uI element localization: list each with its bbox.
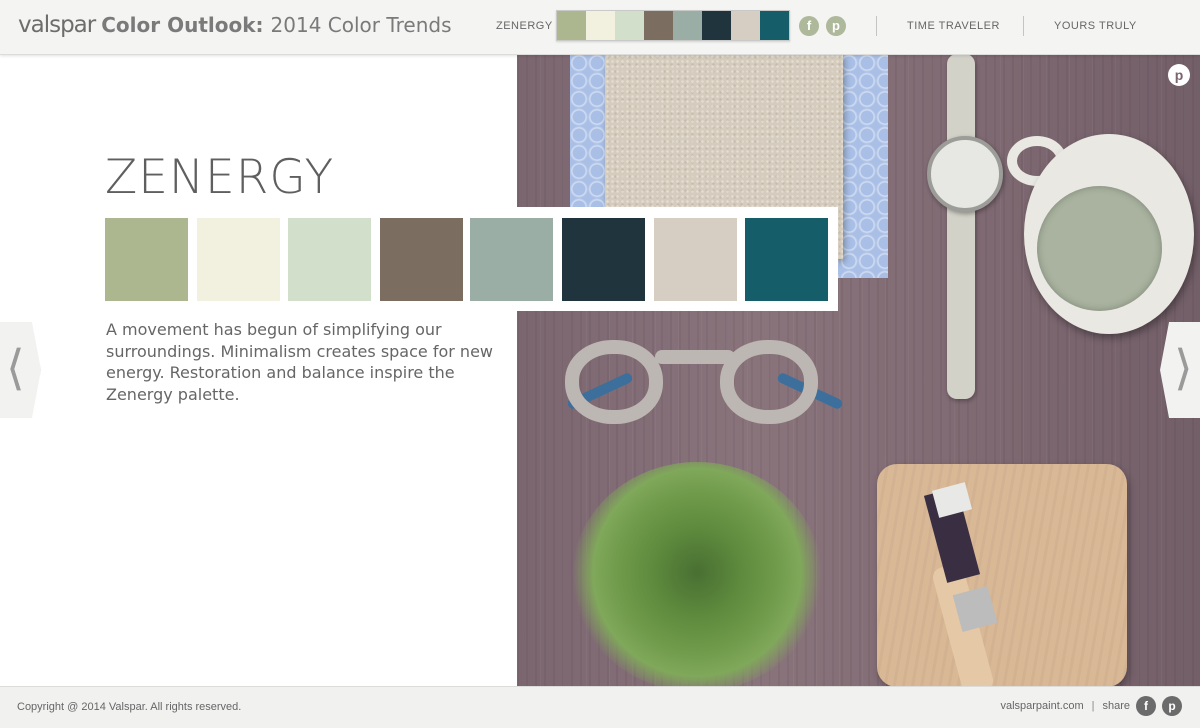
nav-yours-truly[interactable]: YOURS TRULY [1054, 20, 1137, 32]
eyeglasses [565, 326, 844, 426]
watch-face [927, 136, 1003, 212]
color-swatch[interactable] [288, 218, 371, 301]
facebook-icon[interactable]: f [799, 16, 819, 36]
color-swatch[interactable] [470, 218, 553, 301]
pinterest-icon[interactable]: p [1168, 64, 1190, 86]
pinterest-icon[interactable]: p [826, 16, 846, 36]
color-swatch[interactable] [654, 218, 737, 301]
palette-description: A movement has begun of simplifying our … [106, 320, 493, 404]
nav-time-traveler[interactable]: TIME TRAVELER [907, 20, 1000, 32]
title-rest: 2014 Color Trends [270, 13, 452, 37]
pinterest-icon[interactable]: p [1162, 696, 1182, 716]
color-swatch[interactable] [562, 218, 645, 301]
header-swatch[interactable] [586, 11, 615, 40]
glasses-bridge [655, 350, 735, 364]
palette-title: ZENERGY [105, 150, 335, 205]
nav-divider [1023, 16, 1024, 36]
footer-links: valsparpaint.com | share f p [1000, 696, 1182, 716]
chevron-left-icon: ⟨ [6, 340, 25, 396]
color-swatch[interactable] [745, 218, 828, 301]
chevron-right-icon: ⟩ [1174, 340, 1193, 396]
header-palette-strip[interactable] [556, 10, 790, 41]
color-swatch[interactable] [105, 218, 188, 301]
footer-separator: | [1091, 700, 1095, 712]
site-link[interactable]: valsparpaint.com [1000, 700, 1083, 712]
header-swatch[interactable] [673, 11, 702, 40]
succulent-plant [572, 462, 822, 687]
valspar-logo[interactable]: valspar [18, 12, 96, 38]
glasses-lens [720, 340, 818, 424]
header-swatch[interactable] [731, 11, 760, 40]
brand-title[interactable]: valspar Color Outlook: 2014 Color Trends [18, 12, 452, 38]
color-swatch[interactable] [380, 218, 463, 301]
share-label: share [1102, 700, 1130, 712]
copyright-text: Copyright @ 2014 Valspar. All rights res… [17, 701, 242, 713]
facebook-icon[interactable]: f [1136, 696, 1156, 716]
watch-strap [947, 54, 975, 399]
header-swatch[interactable] [702, 11, 731, 40]
color-swatch[interactable] [197, 218, 280, 301]
swatch-card [92, 207, 838, 311]
previous-palette-button[interactable]: ⟨ [0, 322, 41, 418]
current-palette-label[interactable]: ZENERGY [496, 20, 553, 32]
header-swatch[interactable] [644, 11, 673, 40]
inspiration-photo: p [517, 54, 1200, 687]
header-bar: valspar Color Outlook: 2014 Color Trends… [0, 0, 1200, 55]
header-swatch[interactable] [760, 11, 789, 40]
header-swatch[interactable] [557, 11, 586, 40]
glasses-lens [565, 340, 663, 424]
footer-bar: Copyright @ 2014 Valspar. All rights res… [0, 686, 1200, 728]
phone-case [877, 464, 1127, 687]
title-bold: Color Outlook: [101, 13, 264, 37]
mug-tea [1037, 186, 1162, 311]
header-swatch[interactable] [615, 11, 644, 40]
nav-divider [876, 16, 877, 36]
